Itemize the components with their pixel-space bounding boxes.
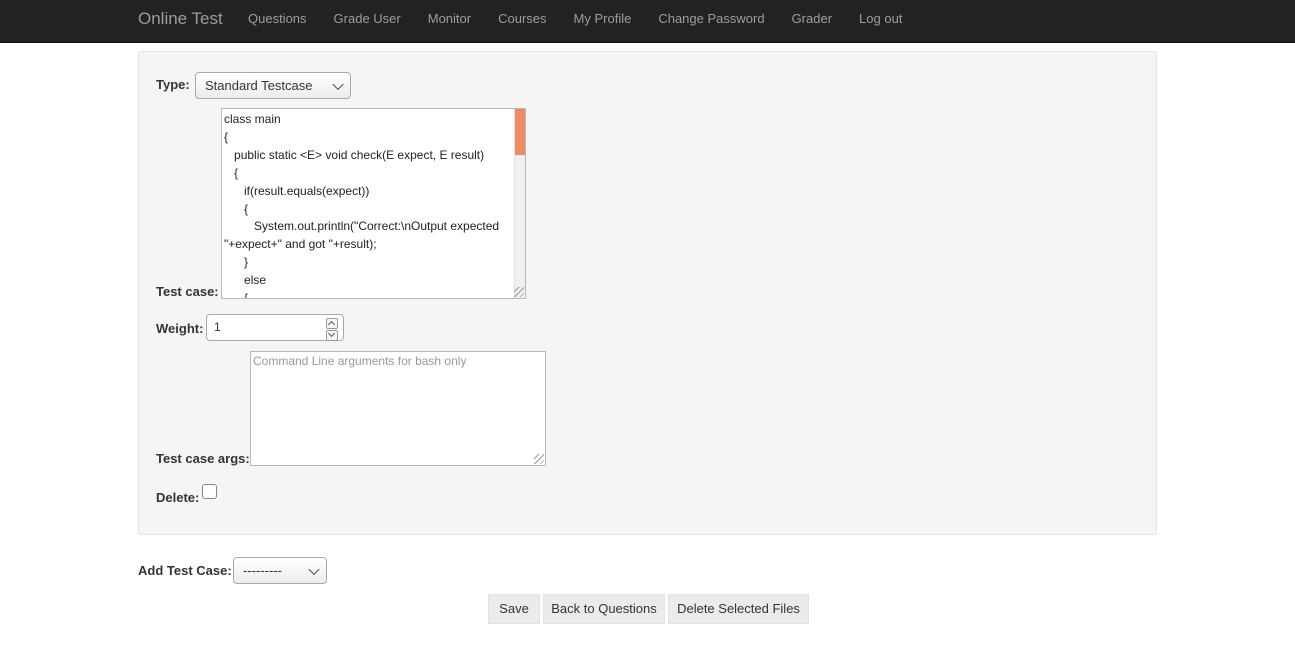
testcase-code-textarea[interactable]: class main { public static <E> void chec… [221, 108, 526, 299]
nav-courses[interactable]: Courses [498, 0, 546, 42]
nav-grade-user[interactable]: Grade User [334, 0, 401, 42]
back-to-questions-button[interactable]: Back to Questions [543, 594, 665, 624]
weight-label: Weight: [156, 321, 204, 336]
type-select-value: Standard Testcase [205, 78, 313, 93]
code-scrollbar[interactable] [514, 109, 525, 298]
chevron-down-icon [308, 563, 320, 575]
nav-questions[interactable]: Questions [248, 0, 307, 42]
code-scrollbar-thumb[interactable] [515, 109, 525, 155]
resize-grip-icon[interactable] [534, 454, 544, 464]
args-placeholder: Command Line arguments for bash only [253, 354, 467, 368]
type-label: Type: [156, 77, 190, 92]
testcase-code-text: class main { public static <E> void chec… [224, 112, 500, 299]
add-testcase-label: Add Test Case: [138, 563, 232, 578]
add-testcase-select[interactable]: --------- [233, 557, 327, 584]
weight-value: 1 [214, 320, 221, 334]
delete-selected-files-button[interactable]: Delete Selected Files [668, 594, 809, 624]
type-select[interactable]: Standard Testcase [195, 72, 351, 99]
add-testcase-value: --------- [243, 563, 282, 578]
delete-checkbox[interactable] [202, 484, 217, 499]
stepper-down-icon[interactable] [326, 330, 338, 341]
chevron-down-icon [332, 78, 344, 90]
nav-log-out[interactable]: Log out [859, 0, 902, 42]
resize-grip-icon[interactable] [514, 287, 524, 297]
save-button[interactable]: Save [488, 594, 540, 624]
args-label: Test case args: [156, 451, 250, 466]
weight-input[interactable]: 1 [206, 314, 344, 341]
nav-change-password[interactable]: Change Password [658, 0, 764, 42]
weight-stepper[interactable] [326, 318, 338, 342]
testcase-args-textarea[interactable]: Command Line arguments for bash only [250, 351, 546, 466]
nav-monitor[interactable]: Monitor [428, 0, 471, 42]
top-navbar: Online Test Questions Grade User Monitor… [0, 0, 1295, 43]
nav-menu: Questions Grade User Monitor Courses My … [248, 0, 929, 42]
nav-my-profile[interactable]: My Profile [574, 0, 632, 42]
nav-grader[interactable]: Grader [792, 0, 832, 42]
brand-logo[interactable]: Online Test [138, 10, 223, 28]
testcase-label: Test case: [156, 284, 219, 299]
stepper-up-icon[interactable] [326, 318, 338, 329]
testcase-form-panel: Type: Standard Testcase Test case: class… [138, 51, 1157, 535]
delete-label: Delete: [156, 490, 200, 505]
